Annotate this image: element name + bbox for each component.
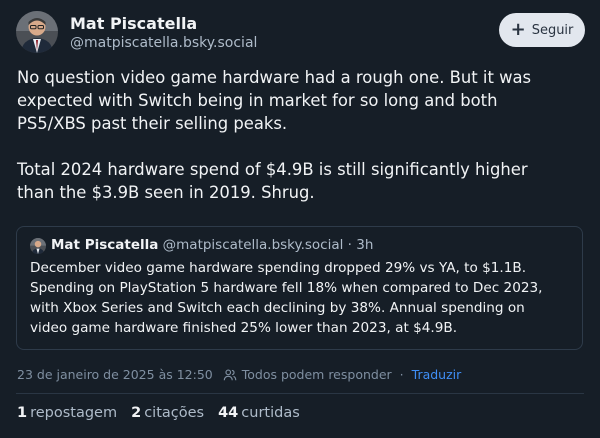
translate-link[interactable]: Traduzir <box>412 367 462 382</box>
divider <box>16 393 584 394</box>
reposts-label: repostagem <box>30 405 118 421</box>
quoted-post-header: Mat Piscatella @matpiscatella.bsky.socia… <box>51 237 373 253</box>
quoted-author-avatar <box>30 238 46 254</box>
reply-audience: Todos podem responder <box>241 367 392 382</box>
post-paragraph: No question video game hardware had a ro… <box>17 68 532 133</box>
quoted-author-handle: @matpiscatella.bsky.social <box>162 237 344 253</box>
quoted-post-text: December video game hardware spending dr… <box>30 260 543 336</box>
author-name[interactable]: Mat Piscatella <box>70 14 197 33</box>
likes-count: 44 <box>218 405 239 421</box>
meta-separator: · <box>399 367 404 382</box>
quotes-label: citações <box>144 405 205 421</box>
post-text: No question video game hardware had a ro… <box>17 66 585 204</box>
quoted-author-name: Mat Piscatella <box>51 237 159 253</box>
likes-label: curtidas <box>241 405 300 421</box>
post-paragraph: Total 2024 hardware spend of $4.9B is st… <box>17 160 528 202</box>
reposts-stat[interactable]: 1 repostagem <box>17 405 117 421</box>
author-avatar[interactable] <box>16 11 58 53</box>
quoted-post-time: 3h <box>356 237 374 253</box>
quotes-stat[interactable]: 2 citações <box>131 405 204 421</box>
post-meta: 23 de janeiro de 2025 às 12:50 Todos pod… <box>17 367 461 382</box>
author-handle[interactable]: @matpiscatella.bsky.social <box>70 35 257 51</box>
plus-icon: + <box>510 19 526 40</box>
quoted-separator: · <box>347 237 352 253</box>
follow-button-label: Seguir <box>531 22 574 38</box>
reposts-count: 1 <box>17 405 28 421</box>
post-stats: 1 repostagem 2 citações 44 curtidas <box>17 405 300 421</box>
post-timestamp: 23 de janeiro de 2025 às 12:50 <box>17 367 213 382</box>
follow-button[interactable]: + Seguir <box>499 13 585 47</box>
quoted-post[interactable]: Mat Piscatella @matpiscatella.bsky.socia… <box>16 226 583 350</box>
quotes-count: 2 <box>131 405 142 421</box>
people-icon <box>223 369 237 380</box>
likes-stat[interactable]: 44 curtidas <box>218 405 300 421</box>
post-card: Mat Piscatella @matpiscatella.bsky.socia… <box>0 0 600 438</box>
